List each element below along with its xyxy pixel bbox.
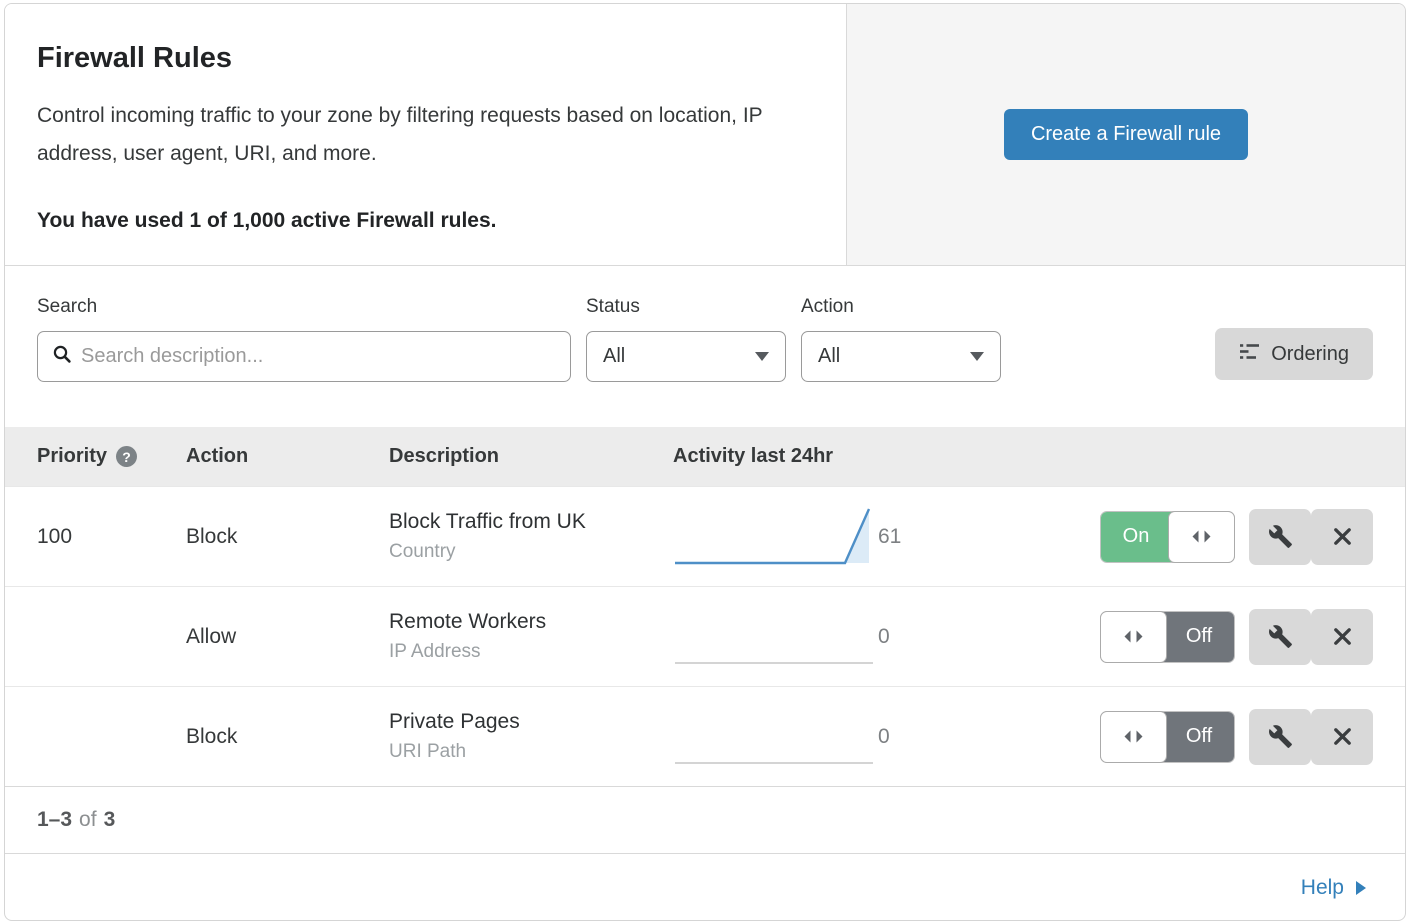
x-icon xyxy=(1331,525,1354,548)
activity-count: 0 xyxy=(878,725,966,749)
priority-help-icon[interactable]: ? xyxy=(116,446,137,467)
search-group: Search xyxy=(37,296,571,382)
rule-match-type: URI Path xyxy=(389,741,673,763)
delete-rule-button[interactable] xyxy=(1311,509,1373,565)
ordering-wrap: Ordering xyxy=(1215,296,1373,380)
rule-match-type: Country xyxy=(389,541,673,563)
pagination-range: 1–3 xyxy=(37,808,72,832)
edit-rule-button[interactable] xyxy=(1249,609,1311,665)
table-header-row: Priority ? Action Description Activity l… xyxy=(5,427,1405,486)
page-title: Firewall Rules xyxy=(37,42,814,75)
ordering-button[interactable]: Ordering xyxy=(1215,328,1373,380)
x-icon xyxy=(1331,725,1354,748)
help-link-label: Help xyxy=(1301,876,1344,900)
rule-description: Block Traffic from UK xyxy=(389,510,673,534)
status-selected-value: All xyxy=(603,345,625,368)
activity-sparkline xyxy=(673,603,878,671)
action-selected-value: All xyxy=(818,345,840,368)
rule-match-type: IP Address xyxy=(389,641,673,663)
header-section: Firewall Rules Control incoming traffic … xyxy=(5,4,1405,266)
activity-count: 61 xyxy=(878,525,966,549)
toggle-handle[interactable] xyxy=(1100,711,1167,763)
priority-value: 100 xyxy=(5,525,186,549)
help-link[interactable]: Help xyxy=(1301,876,1367,900)
rule-enable-toggle[interactable]: On xyxy=(1100,511,1235,563)
activity-sparkline xyxy=(673,503,878,571)
search-icon xyxy=(52,344,72,369)
rule-enable-toggle[interactable]: Off xyxy=(1100,611,1235,663)
rule-description: Private Pages xyxy=(389,710,673,734)
usage-note: You have used 1 of 1,000 active Firewall… xyxy=(37,209,814,233)
activity-sparkline xyxy=(673,703,878,771)
chevron-down-icon xyxy=(755,352,769,361)
edit-rule-button[interactable] xyxy=(1249,509,1311,565)
wrench-icon xyxy=(1268,524,1293,549)
activity-count: 0 xyxy=(878,625,966,649)
edit-rule-button[interactable] xyxy=(1249,709,1311,765)
delete-rule-button[interactable] xyxy=(1311,609,1373,665)
action-label: Action xyxy=(801,296,1001,318)
description-cell: Remote Workers IP Address xyxy=(389,610,673,663)
description-cell: Block Traffic from UK Country xyxy=(389,510,673,563)
toggle-state-label: Off xyxy=(1164,612,1234,662)
search-label: Search xyxy=(37,296,571,318)
delete-rule-button[interactable] xyxy=(1311,709,1373,765)
column-header-description: Description xyxy=(389,445,673,468)
wrench-icon xyxy=(1268,624,1293,649)
search-box[interactable] xyxy=(37,331,571,382)
toggle-handle[interactable] xyxy=(1100,611,1167,663)
search-input[interactable] xyxy=(81,345,556,368)
column-header-action: Action xyxy=(186,445,389,468)
toggle-state-label: On xyxy=(1101,512,1171,562)
header-action-panel: Create a Firewall rule xyxy=(847,4,1405,265)
filter-bar: Search Status All Action All xyxy=(5,266,1405,427)
action-value: Block xyxy=(186,525,389,549)
footer-bar: Help xyxy=(5,853,1405,921)
wrench-icon xyxy=(1268,724,1293,749)
column-header-activity: Activity last 24hr xyxy=(673,445,878,468)
toggle-arrows-icon xyxy=(1120,625,1147,648)
create-firewall-rule-button[interactable]: Create a Firewall rule xyxy=(1004,109,1248,160)
toggle-arrows-icon xyxy=(1188,525,1215,548)
toggle-state-label: Off xyxy=(1164,712,1234,762)
table-row: Allow Remote Workers IP Address 0 Off xyxy=(5,586,1405,686)
rule-description: Remote Workers xyxy=(389,610,673,634)
action-value: Allow xyxy=(186,625,389,649)
description-cell: Private Pages URI Path xyxy=(389,710,673,763)
priority-header-label: Priority xyxy=(37,445,107,468)
status-label: Status xyxy=(586,296,786,318)
chevron-down-icon xyxy=(970,352,984,361)
pagination-bar: 1–3 of 3 xyxy=(5,786,1405,853)
header-text-panel: Firewall Rules Control incoming traffic … xyxy=(5,4,847,265)
toggle-arrows-icon xyxy=(1120,725,1147,748)
rule-enable-toggle[interactable]: Off xyxy=(1100,711,1235,763)
action-select[interactable]: All xyxy=(801,331,1001,382)
table-row: 100 Block Block Traffic from UK Country … xyxy=(5,486,1405,586)
pagination-total: 3 xyxy=(104,808,116,832)
table-row: Block Private Pages URI Path 0 Off xyxy=(5,686,1405,786)
ordered-list-icon xyxy=(1239,341,1260,368)
firewall-rules-card: Firewall Rules Control incoming traffic … xyxy=(4,3,1406,921)
action-filter-group: Action All xyxy=(801,296,1001,382)
x-icon xyxy=(1331,625,1354,648)
status-select[interactable]: All xyxy=(586,331,786,382)
column-header-priority: Priority ? xyxy=(5,445,186,468)
page-description: Control incoming traffic to your zone by… xyxy=(37,97,814,173)
ordering-button-label: Ordering xyxy=(1271,343,1349,366)
status-filter-group: Status All xyxy=(586,296,786,382)
toggle-handle[interactable] xyxy=(1168,511,1235,563)
action-value: Block xyxy=(186,725,389,749)
arrow-right-icon xyxy=(1355,880,1367,896)
pagination-of-text: of xyxy=(79,808,97,832)
